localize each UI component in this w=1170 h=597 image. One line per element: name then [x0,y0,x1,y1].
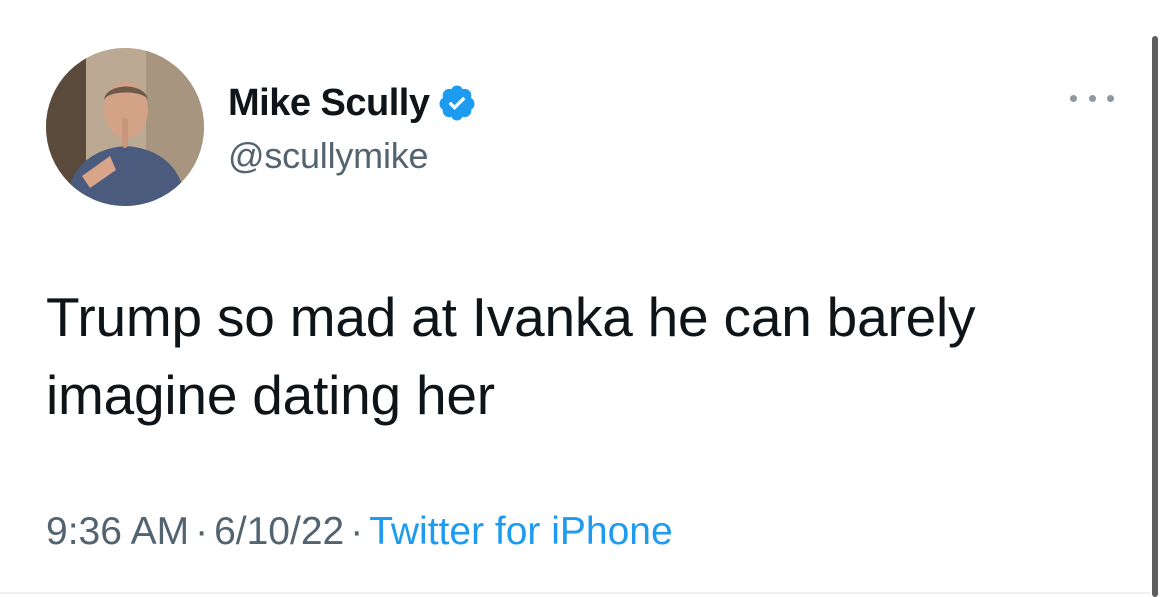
more-dot [1088,94,1096,102]
scrollbar-thumb[interactable] [1152,36,1158,597]
tweet-time[interactable]: 9:36 AM [46,510,189,553]
scrollbar[interactable] [1150,0,1170,597]
more-options-icon[interactable] [1070,84,1114,112]
author-handle[interactable]: @scullymike [228,138,429,174]
tweet-card: Mike Scully @scullymike Trump so mad at … [0,0,1150,597]
more-dot [1070,94,1077,102]
tweet-text: Trump so mad at Ivanka he can barely ima… [46,286,991,426]
tweet-metadata: 9:36 AM · 6/10/22 · Twitter for iPhone [46,512,673,551]
tweet-source-link[interactable]: Twitter for iPhone [369,510,672,553]
avatar[interactable] [46,48,204,206]
avatar-photo [46,48,204,206]
separator: · [350,510,364,553]
verified-badge-icon [437,83,477,123]
separator: · [195,510,209,553]
author-display-name[interactable]: Mike Scully [228,84,430,122]
more-dot [1107,94,1114,102]
author-name-row[interactable]: Mike Scully [228,78,477,128]
divider [0,592,1150,594]
tweet-date[interactable]: 6/10/22 [214,510,344,553]
